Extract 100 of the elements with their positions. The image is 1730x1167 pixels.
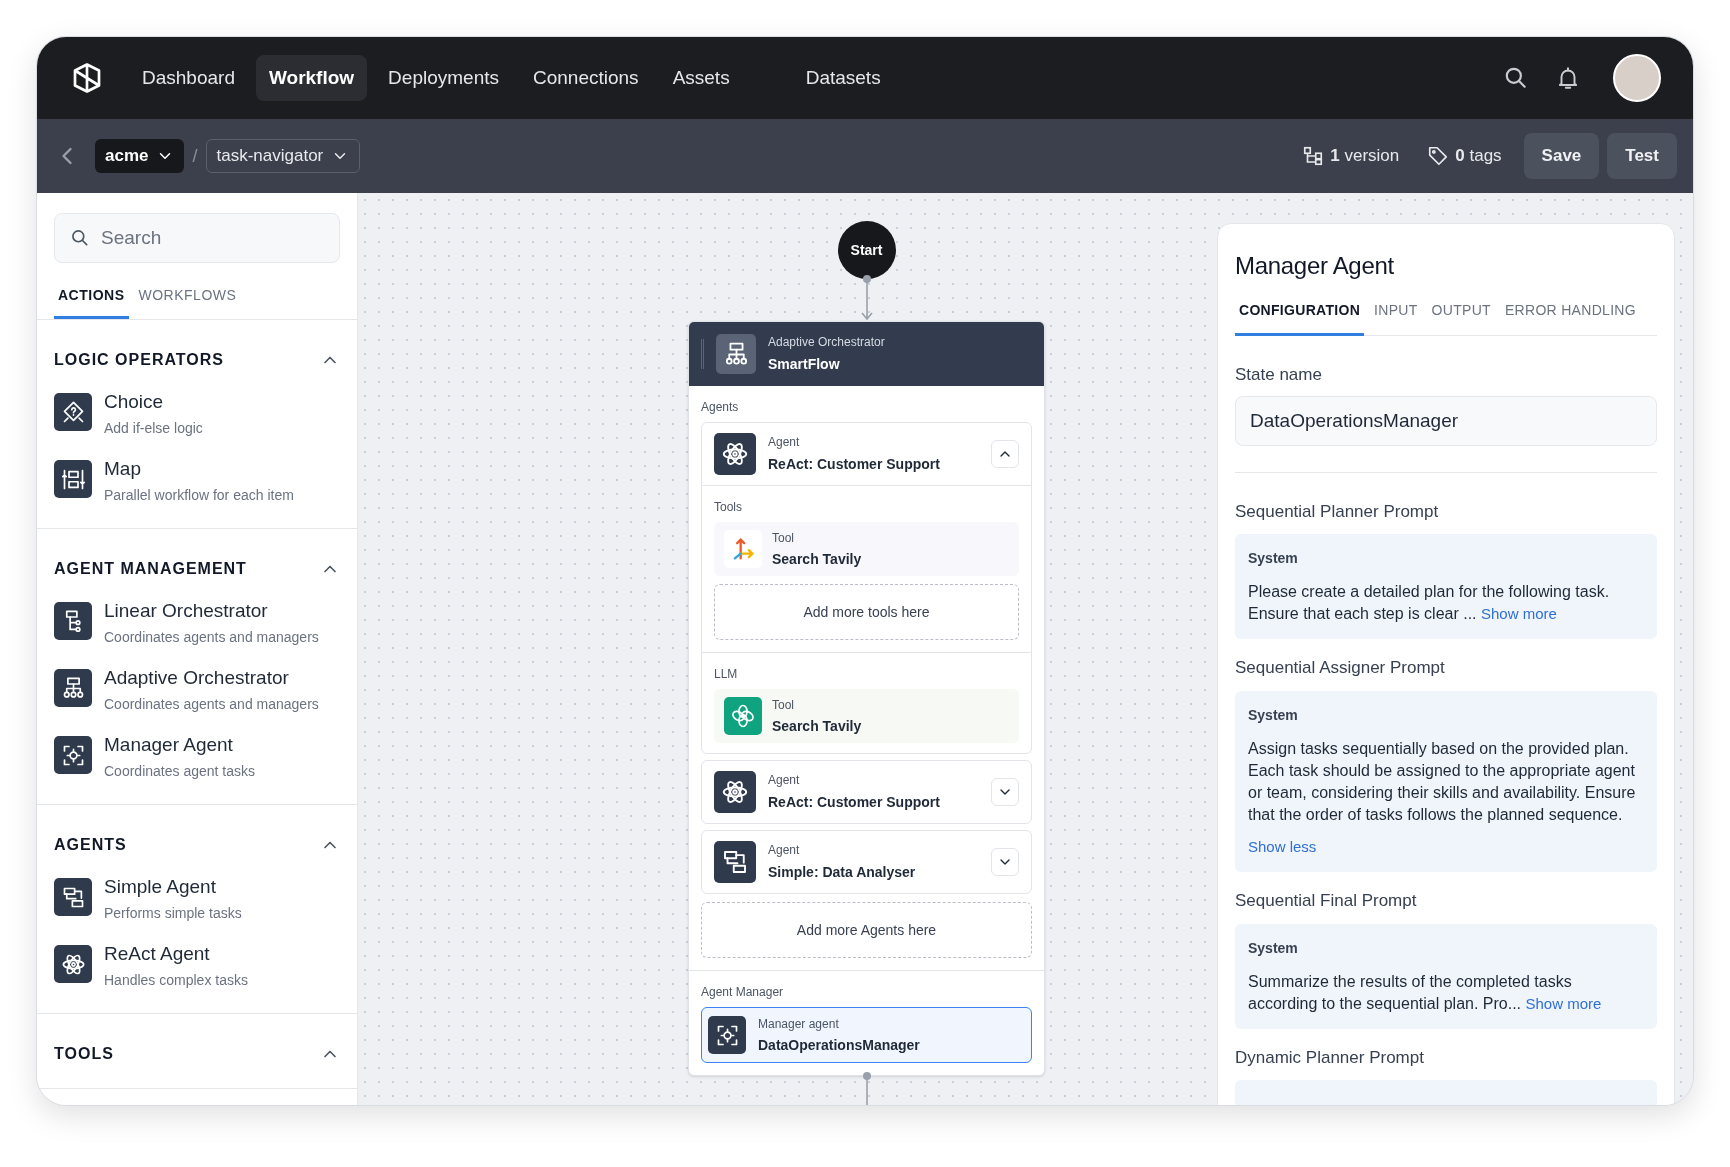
panel-tab[interactable]: CONFIGURATION (1235, 300, 1365, 336)
prompt-text: Assign tasks sequentially based on the provided plan. Each task should be assigned to the appropriate agent or team, considering their skills and availability. Ensure that the order of tasks follows the planned sequence. (1248, 738, 1637, 825)
search-icon (70, 228, 90, 248)
avatar-placeholder[interactable] (1613, 54, 1661, 102)
expand-button[interactable] (991, 440, 1019, 468)
show-more-link[interactable]: Show more (1525, 994, 1602, 1012)
item-description: Coordinates agent tasks (104, 762, 255, 781)
prompt-label: Sequential Assigner Prompt (1235, 657, 1446, 679)
prompt-label: Sequential Final Prompt (1235, 890, 1418, 912)
add-tools-dropzone[interactable]: Add more tools here (714, 584, 1019, 640)
prompt-label: Sequential Planner Prompt (1235, 500, 1440, 523)
version-count[interactable]: 1 version (1330, 143, 1400, 169)
save-button[interactable]: Save (1523, 133, 1600, 179)
drag-handle[interactable] (701, 339, 704, 369)
nav-tab[interactable]: Workflow (255, 55, 368, 101)
agent-card[interactable]: Agent ReAct: Customer Support (701, 760, 1032, 824)
node-title: Search Tavily (772, 549, 862, 569)
node-type: Agent (768, 842, 801, 859)
item-description: Parallel workflow for each item (104, 486, 294, 505)
show-more-link[interactable]: Show more (1481, 605, 1557, 622)
blocks-icon (714, 841, 756, 883)
item-title[interactable]: Choice (104, 390, 203, 414)
item-description: Add if-else logic (104, 419, 203, 438)
item-title[interactable]: Linear Orchestrator (104, 599, 319, 623)
nav-tab[interactable]: Connections (520, 55, 652, 101)
panel-title: Manager Agent (1235, 251, 1395, 281)
agent-card[interactable]: Agent ReAct: Customer Support Tools Tool Search Tavily Add more tools here LLM Tool Search Tavily (701, 422, 1032, 754)
expand-button[interactable] (991, 848, 1019, 876)
gear-icon (54, 736, 92, 774)
section-heading: LOGIC OPERATORS (54, 350, 224, 370)
test-button[interactable]: Test (1607, 133, 1677, 179)
state-name-field[interactable]: DataOperationsManager (1235, 395, 1657, 446)
group-label: Tools (714, 499, 743, 516)
group-label: LLM (714, 666, 739, 683)
nav-tab[interactable]: Deployments (375, 55, 512, 101)
tag-count[interactable]: 0 tags (1455, 143, 1502, 169)
prompt-text: Please create a detailed plan for the following task. Ensure that each step is clear ... Show more (1248, 582, 1611, 624)
agent-card[interactable]: Agent Simple: Data Analyser (701, 830, 1032, 894)
expand-button[interactable] (991, 778, 1019, 806)
prompt-label: Dynamic Planner Prompt (1235, 1046, 1425, 1069)
item-title[interactable]: Adaptive Orchestrator (104, 666, 319, 690)
item-description: Coordinates agents and managers (104, 628, 319, 647)
hierarchy-icon (716, 334, 756, 374)
nav-tab[interactable]: Assets (659, 55, 743, 101)
atom-icon (714, 433, 756, 475)
node-type: Tool (772, 529, 795, 547)
panel-tab[interactable]: INPUT (1370, 300, 1422, 336)
gear-icon (708, 1016, 746, 1054)
search-field[interactable]: Search (54, 213, 340, 263)
blocks-icon (54, 878, 92, 916)
node-type: Manager agent (758, 1015, 840, 1033)
nav-tab[interactable]: Datasets (792, 55, 894, 101)
branch-icon (1302, 145, 1325, 167)
search-icon[interactable] (1503, 65, 1529, 91)
role-label: System (1248, 549, 1299, 568)
node-title: ReAct: Customer Support (768, 455, 941, 474)
tag-icon (1427, 145, 1450, 167)
group-label: Agent Manager (701, 984, 785, 1001)
add-agents-dropzone[interactable]: Add more Agents here (701, 902, 1032, 958)
item-description: Performs simple tasks (104, 904, 242, 923)
panel-tab[interactable]: ERROR HANDLING (1500, 300, 1640, 336)
node-type: Agent (768, 434, 801, 451)
item-description: Handles complex tasks (104, 971, 248, 990)
sidebar-tab[interactable]: ACTIONS (54, 285, 129, 319)
item-title[interactable]: Manager Agent (104, 733, 255, 757)
orchestrator-node[interactable] (688, 321, 1045, 1076)
group-label: Agents (701, 399, 740, 416)
connector-arrow (859, 275, 874, 321)
tool-card[interactable]: Tool Search Tavily (714, 522, 1019, 576)
role-label: System (1248, 705, 1299, 725)
flowchart-icon (54, 602, 92, 640)
show-less-link[interactable]: Show less (1248, 835, 1644, 858)
role-label: System (1248, 938, 1299, 958)
section-heading: AGENTS (54, 835, 127, 855)
prompt-text: Summarize the results of the completed tasks according to the sequential plan. Pro... Show more (1248, 971, 1603, 1014)
section-heading: TOOLS (54, 1044, 114, 1064)
node-title: SmartFlow (768, 355, 841, 374)
axes-icon (724, 530, 762, 568)
hierarchy-icon (54, 669, 92, 707)
manager-card[interactable]: Manager agent DataOperationsManager (701, 1007, 1032, 1063)
node-type: Adaptive Orchestrator (768, 334, 885, 351)
tool-card[interactable]: Tool Search Tavily (714, 689, 1019, 743)
item-title[interactable]: Simple Agent (104, 875, 242, 899)
item-title[interactable]: Map (104, 457, 294, 481)
atom-icon (54, 945, 92, 983)
nav-tab[interactable]: Dashboard (129, 55, 248, 101)
node-title: Search Tavily (772, 716, 862, 736)
project-dropdown[interactable]: task-navigator (205, 139, 361, 173)
knot-icon (724, 697, 762, 735)
panel-tab[interactable]: OUTPUT (1427, 300, 1495, 336)
field-label: State name (1235, 364, 1323, 386)
section-heading: AGENT MANAGEMENT (54, 559, 247, 579)
org-dropdown[interactable]: acme (95, 139, 185, 173)
node-title: Simple: Data Analyser (768, 863, 917, 882)
sidebar-tab[interactable]: WORKFLOWS (134, 285, 241, 319)
start-node[interactable]: Start (837, 221, 896, 279)
node-title: ReAct: Customer Support (768, 793, 941, 812)
flowchart-icon (54, 460, 92, 498)
item-title[interactable]: ReAct Agent (104, 942, 248, 966)
breadcrumb-separator: / (192, 144, 198, 168)
